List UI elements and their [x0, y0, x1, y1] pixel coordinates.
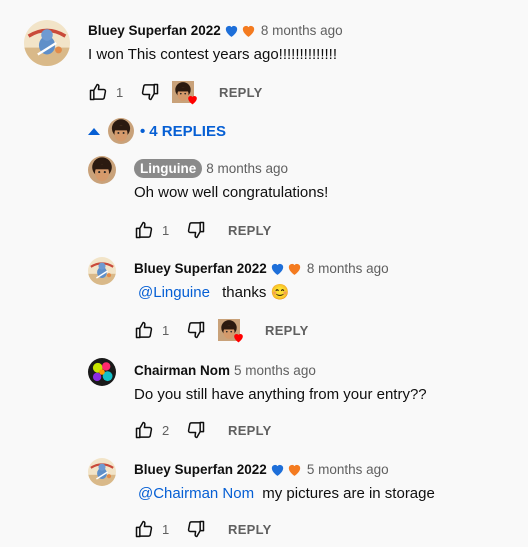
avatar[interactable]: [88, 458, 116, 486]
blue-heart-icon: [223, 22, 240, 39]
avatar[interactable]: [24, 20, 70, 66]
like-count: 1: [162, 222, 170, 238]
dislike-icon[interactable]: [186, 220, 206, 240]
reply-author[interactable]: Bluey Superfan 2022: [134, 462, 267, 477]
comment-body: Bluey Superfan 2022 8 months ago I won T…: [88, 20, 343, 65]
like-count: 1: [116, 84, 124, 100]
like-count: 2: [162, 422, 170, 438]
blue-heart-icon: [269, 260, 286, 277]
avatar[interactable]: [88, 358, 116, 386]
reply-actions: 1 REPLY: [134, 517, 272, 541]
comment-author[interactable]: Bluey Superfan 2022: [88, 23, 221, 38]
mention-link[interactable]: @Linguine: [138, 284, 210, 301]
like-icon[interactable]: [134, 420, 154, 440]
avatar: [108, 118, 134, 144]
reply-timestamp[interactable]: 5 months ago: [234, 363, 316, 378]
reply-actions: 1 REPLY: [134, 318, 309, 342]
reply-author[interactable]: Linguine: [134, 158, 203, 178]
replies-toggle-button[interactable]: • 4 REPLIES: [88, 118, 226, 144]
reply-body: Bluey Superfan 2022 8 months ago @Lingui…: [134, 258, 389, 303]
like-count: 1: [162, 322, 170, 338]
orange-heart-icon: [286, 461, 303, 478]
like-icon[interactable]: [134, 519, 154, 539]
creator-heart-icon: [218, 319, 240, 341]
dislike-icon[interactable]: [140, 82, 160, 102]
reply-timestamp[interactable]: 8 months ago: [206, 161, 288, 176]
reply-button[interactable]: REPLY: [219, 85, 263, 100]
reply-body: Bluey Superfan 2022 5 months ago @Chairm…: [134, 459, 435, 504]
reply-text: Do you still have anything from your ent…: [134, 386, 427, 403]
like-count: 1: [162, 521, 170, 537]
comment-actions: 1 REPLY: [88, 80, 263, 104]
reply-author[interactable]: Bluey Superfan 2022: [134, 261, 267, 276]
reply-timestamp[interactable]: 5 months ago: [307, 462, 389, 477]
like-icon[interactable]: [134, 320, 154, 340]
reply-author[interactable]: Chairman Nom: [134, 363, 230, 378]
avatar[interactable]: [88, 257, 116, 285]
orange-heart-icon: [240, 22, 257, 39]
collapse-arrow-icon: [88, 127, 100, 135]
reply-text: Oh wow well congratulations!: [134, 184, 329, 201]
reply-actions: 2 REPLY: [134, 418, 272, 442]
reply-text: @Linguine thanks 😊: [134, 282, 389, 303]
reply-button[interactable]: REPLY: [228, 423, 272, 438]
reply-button[interactable]: REPLY: [265, 323, 309, 338]
like-icon[interactable]: [88, 82, 108, 102]
reply-timestamp[interactable]: 8 months ago: [307, 261, 389, 276]
reply-text: @Chairman Nom my pictures are in storage: [134, 483, 435, 504]
orange-heart-icon: [286, 260, 303, 277]
dislike-icon[interactable]: [186, 420, 206, 440]
creator-heart-icon: [172, 81, 194, 103]
avatar[interactable]: [88, 156, 116, 184]
reply-message: my pictures are in storage: [262, 485, 435, 502]
reply-actions: 1 REPLY: [134, 218, 272, 242]
reply-body: Chairman Nom 5 months ago Do you still h…: [134, 360, 427, 405]
comment-timestamp[interactable]: 8 months ago: [261, 23, 343, 38]
replies-count-label: 4 REPLIES: [149, 122, 226, 140]
dislike-icon[interactable]: [186, 519, 206, 539]
blue-heart-icon: [269, 461, 286, 478]
reply-body: Linguine 8 months ago Oh wow well congra…: [134, 158, 328, 203]
mention-link[interactable]: @Chairman Nom: [138, 485, 254, 502]
comment-text: I won This contest years ago!!!!!!!!!!!!…: [88, 46, 338, 63]
like-icon[interactable]: [134, 220, 154, 240]
dislike-icon[interactable]: [186, 320, 206, 340]
reply-button[interactable]: REPLY: [228, 522, 272, 537]
separator-dot: •: [140, 122, 146, 140]
reply-message: thanks 😊: [222, 284, 290, 301]
reply-button[interactable]: REPLY: [228, 223, 272, 238]
